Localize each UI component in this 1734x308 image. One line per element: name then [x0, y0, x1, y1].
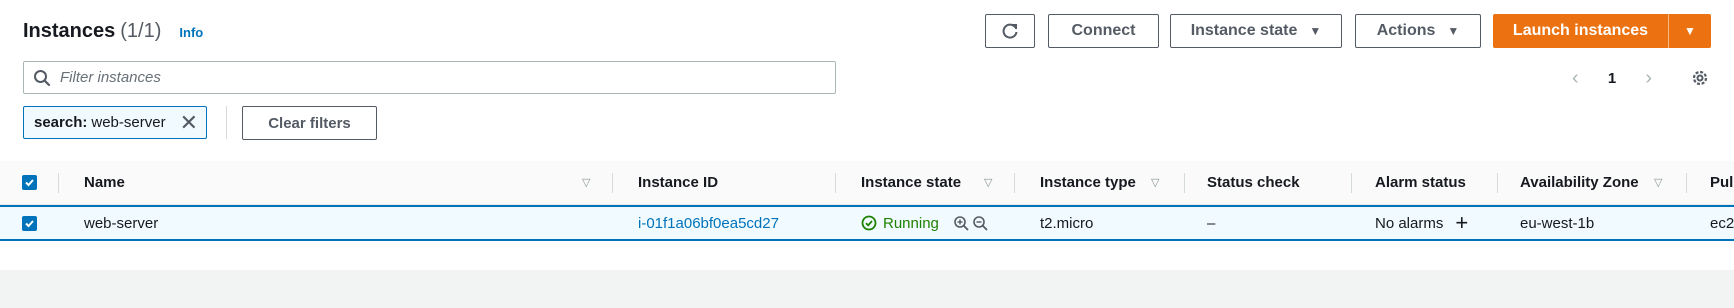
checkbox-checked-icon — [22, 215, 37, 231]
column-divider — [612, 173, 613, 193]
zoom-controls — [953, 215, 989, 232]
actions-label: Actions — [1376, 22, 1436, 39]
caret-down-icon: ▼ — [1447, 24, 1460, 38]
divider — [226, 106, 227, 139]
column-header-name[interactable]: Name — [84, 161, 125, 204]
connect-button[interactable]: Connect — [1048, 14, 1159, 48]
info-link[interactable]: Info — [179, 25, 203, 40]
column-header-instance-id[interactable]: Instance ID — [638, 161, 718, 204]
instance-state-text: Running — [883, 214, 939, 232]
cell-name: web-server — [84, 214, 159, 232]
column-header-alarm-status[interactable]: Alarm status — [1375, 161, 1466, 204]
connect-label: Connect — [1071, 22, 1136, 39]
clear-filters-button[interactable]: Clear filters — [242, 106, 377, 140]
column-divider — [835, 173, 836, 193]
column-header-instance-state[interactable]: Instance state — [861, 161, 961, 204]
instance-count: (1/1) — [120, 20, 162, 42]
page-title: Instances (1/1) Info — [23, 20, 203, 43]
sort-instance-state-icon[interactable]: ▽ — [984, 161, 992, 204]
column-divider — [1497, 173, 1498, 193]
column-divider — [1686, 173, 1687, 193]
actions-dropdown[interactable]: Actions ▼ — [1355, 14, 1481, 48]
refresh-icon — [1002, 23, 1018, 39]
search-icon — [24, 69, 60, 87]
pagination: ‹ 1 › — [1572, 66, 1652, 90]
instances-panel: Instances (1/1) Info Connect Instance st… — [0, 0, 1734, 270]
column-divider — [1014, 173, 1015, 193]
column-divider — [58, 173, 59, 193]
zoom-in-icon[interactable] — [953, 215, 970, 232]
cell-availability-zone: eu-west-1b — [1520, 214, 1595, 232]
caret-down-icon: ▼ — [1684, 24, 1696, 38]
column-header-status-check[interactable]: Status check — [1207, 161, 1300, 204]
refresh-button[interactable] — [985, 14, 1035, 48]
filter-instances-input[interactable] — [60, 62, 835, 93]
instance-state-dropdown[interactable]: Instance state ▼ — [1170, 14, 1342, 48]
column-header-instance-type[interactable]: Instance type — [1040, 161, 1136, 204]
filter-token-value: web-server — [91, 114, 166, 131]
sort-instance-type-icon[interactable]: ▽ — [1151, 161, 1159, 204]
current-page[interactable]: 1 — [1608, 70, 1616, 87]
launch-options-dropdown[interactable]: ▼ — [1669, 14, 1711, 48]
clear-filters-label: Clear filters — [268, 114, 351, 132]
cell-public-dns: ec2 — [1710, 214, 1734, 232]
preferences-gear-icon[interactable] — [1688, 66, 1712, 90]
launch-instances-label: Launch instances — [1512, 22, 1649, 39]
cell-status-check: – — [1207, 214, 1216, 232]
add-alarm-plus-icon[interactable]: + — [1455, 212, 1468, 234]
cell-instance-state: Running — [861, 207, 989, 239]
remove-filter-close-icon[interactable]: ✕ — [180, 111, 198, 134]
table-row[interactable]: web-server i-01f1a06bf0ea5cd27 Running t… — [0, 205, 1734, 241]
column-header-availability-zone[interactable]: Availability Zone — [1520, 161, 1639, 204]
launch-instances-button[interactable]: Launch instances — [1493, 14, 1669, 48]
instance-id-link[interactable]: i-01f1a06bf0ea5cd27 — [638, 207, 779, 239]
page-title-text: Instances — [23, 20, 116, 42]
filter-bar — [23, 61, 836, 94]
cell-instance-type: t2.micro — [1040, 214, 1094, 232]
alarm-status-text: No alarms — [1375, 214, 1444, 232]
zoom-out-icon[interactable] — [972, 215, 989, 232]
filter-token: search: web-server ✕ — [23, 106, 207, 139]
column-divider — [1184, 173, 1185, 193]
next-page-icon[interactable]: › — [1645, 67, 1652, 90]
table-header: Name ▽ Instance ID Instance state ▽ Inst… — [0, 161, 1734, 205]
sort-name-icon[interactable]: ▽ — [582, 161, 590, 204]
column-divider — [1351, 173, 1352, 193]
cell-alarm-status: No alarms + — [1375, 207, 1468, 239]
column-header-public[interactable]: Pul — [1710, 161, 1733, 204]
check-circle-icon — [861, 215, 877, 231]
instance-state-label: Instance state — [1190, 22, 1298, 39]
sort-availability-zone-icon[interactable]: ▽ — [1654, 161, 1662, 204]
previous-page-icon[interactable]: ‹ — [1572, 67, 1579, 90]
row-checkbox[interactable] — [22, 207, 37, 239]
status-badge: Running — [861, 215, 939, 232]
select-all-checkbox[interactable] — [22, 161, 37, 204]
launch-instances-split-button: Launch instances ▼ — [1493, 14, 1711, 48]
caret-down-icon: ▼ — [1309, 24, 1322, 38]
checkbox-checked-icon — [22, 175, 37, 190]
filter-token-key: search: — [34, 114, 88, 131]
